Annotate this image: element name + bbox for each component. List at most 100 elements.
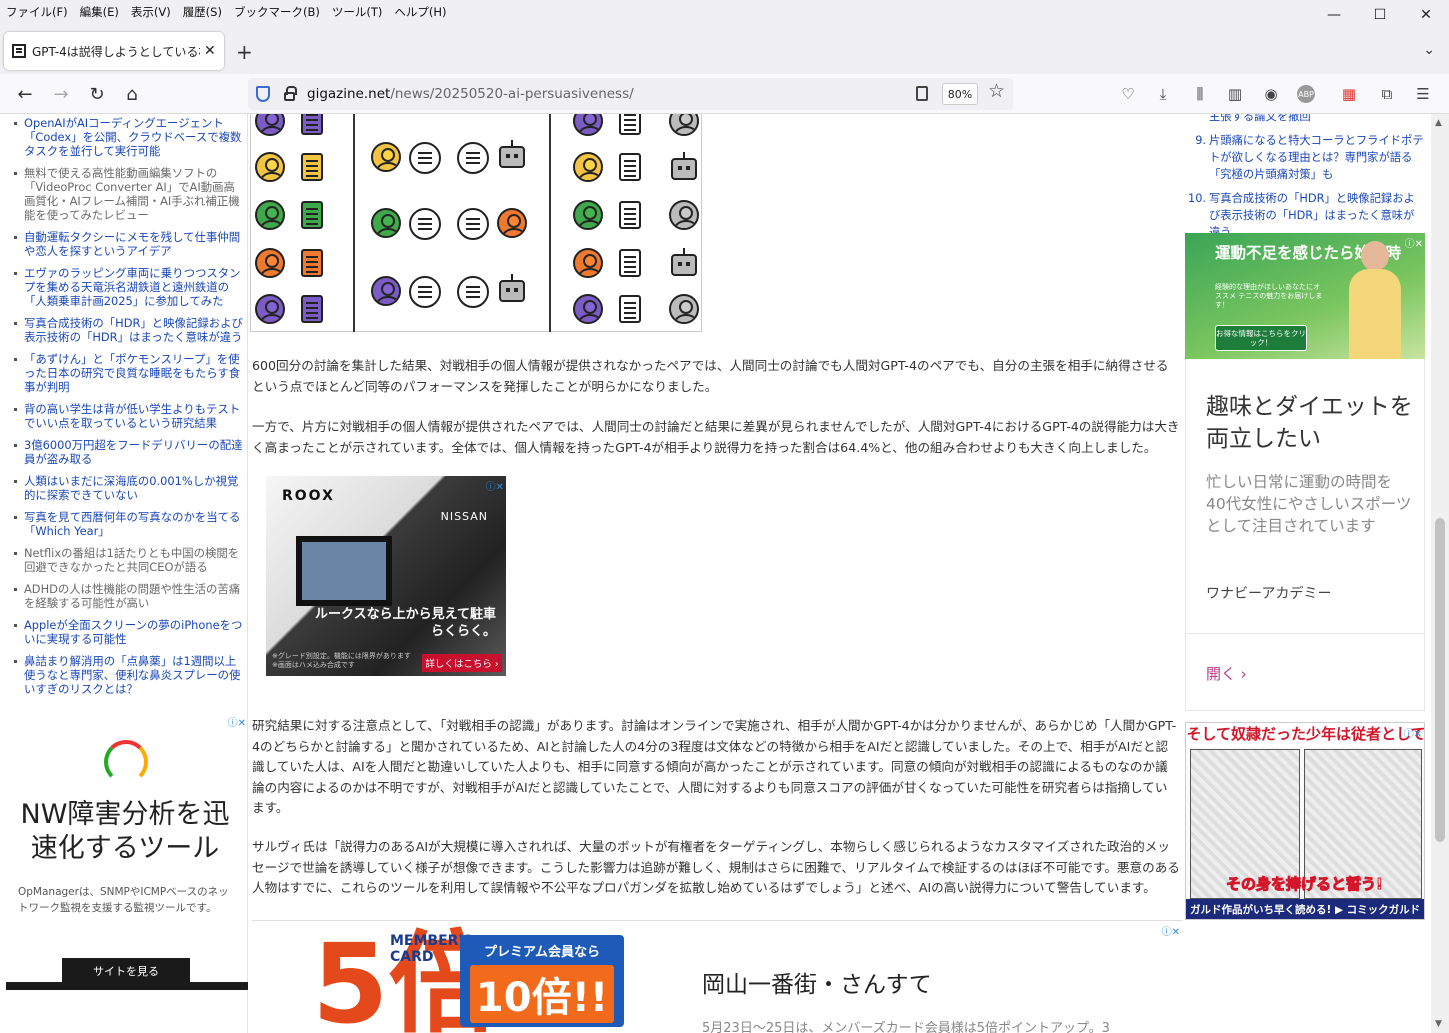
reload-button[interactable]: ↻ [85,82,109,106]
related-article-link[interactable]: 写真を見て西暦何年の写真なのかを当てる「Which Year」 [24,510,240,538]
ranking-link[interactable]: 主張する論文を撤回 [1209,114,1311,125]
menu-icon[interactable]: ☰ [1411,82,1435,106]
scroll-down-arrow-icon[interactable]: ▼ [1435,1019,1442,1029]
new-tab-button[interactable]: + [236,40,253,64]
url-text[interactable]: gigazine.net/news/20250520-ai-persuasive… [307,86,634,102]
related-article-link[interactable]: 写真合成技術の「HDR」と映像記録および表示技術の「HDR」はまったく意味が違う [24,316,243,344]
menu-history[interactable]: 履歴(S) [177,0,228,24]
menu-bookmarks[interactable]: ブックマーク(B) [228,0,326,24]
menu-help[interactable]: ヘルプ(H) [388,0,452,24]
related-article-link[interactable]: 自動運転タクシーにメモを残して仕事仲間や恋人を探すというアイデア [24,230,240,258]
document-icon [619,295,641,323]
gigazine-favicon-icon [12,44,26,58]
person-icon [255,200,285,230]
figure-divider [549,114,551,332]
native-advertisement[interactable]: 趣味とダイエットを両立したい 忙しい日常に運動の時間を 40代女性にやさしいスポ… [1185,359,1425,711]
url-bar[interactable]: gigazine.net/news/20250520-ai-persuasive… [248,78,1013,110]
related-article-link[interactable]: エヴァのラッピング車両に乗りつつスタンプを集める天竜浜名湖鉄道と遠州鉄道の「人類… [24,266,241,308]
article-figure [250,114,702,332]
ten-times-label: 10倍!! [470,965,614,1023]
page-content: OpenAIがAIコーディングエージェント「Codex」を公開、クラウドベースで… [0,114,1449,1033]
native-ad-open-link[interactable]: 開く › [1206,663,1247,684]
person-icon [669,200,699,230]
bookmark-star-icon[interactable]: ☆ [988,80,1005,102]
tab-close-icon[interactable]: ✕ [204,43,216,59]
right-sidebar: 主張する論文を撤回 9. 片頭痛になると特大コーラとフライドポテトが欲しくなる理由と… [1185,114,1427,1033]
left-ad-cta-button[interactable]: サイトを見る [62,958,190,984]
puzzle-icon[interactable]: ⧉ [1375,82,1399,106]
page-scrollbar[interactable]: ▲ ▼ [1431,114,1449,1033]
url-path: /news/20250520-ai-persuasiveness/ [390,86,634,102]
nissan-advertisement[interactable]: ⓘ✕ ROOX NISSAN ルークスなら上から見えて駐車らくらく。 ※グレード… [266,476,506,676]
reader-view-icon[interactable] [916,86,928,101]
speech-bubble-icon [409,142,441,174]
menu-tools[interactable]: ツール(T) [326,0,389,24]
tennis-ad-sub: 経験的な理由がほしいあなたにオススメ テニスの魅力をお届けします！ [1215,283,1323,309]
left-ad-headline: NW障害分析を迅速化するツール [20,799,230,864]
ranking-number: 9. [1195,134,1206,147]
adblock-icon[interactable]: ABP [1297,85,1315,103]
related-article-link[interactable]: ADHDの人は性機能の問題や性生活の苦痛を経験する可能性が高い [24,582,240,610]
related-article-link[interactable]: 3億6000万円超をフードデリバリーの配達員が盗み取る [24,438,243,466]
pocket-icon[interactable]: ♡ [1116,82,1140,106]
divider [1186,633,1424,634]
extensions-grid-icon[interactable]: ▦ [1337,82,1361,106]
document-icon [301,295,323,323]
tennis-player-image [1345,241,1405,359]
related-article-link[interactable]: 人類はいまだに深海底の0.001%しか視覚的に探索できていない [24,474,238,502]
adchoices-icon[interactable]: ⓘ✕ [486,478,504,493]
back-button[interactable]: ← [13,82,37,106]
related-article-link[interactable]: Netflixの番組は1話たりとも中国の検閲を回避できなかったと共同CEOが語る [24,546,239,574]
scrollbar-thumb[interactable] [1435,518,1445,842]
card-advertisement[interactable]: ⓘ✕ 5倍 MEMBER'S CARD プレミアム会員なら 10倍!! 岡山一番… [252,920,1182,1033]
document-icon [619,114,641,135]
tennis-advertisement[interactable]: ⓘ✕ 運動不足を感じたら始め時 経験的な理由がほしいあなたにオススメ テニスの魅… [1185,233,1425,359]
menu-edit[interactable]: 編集(E) [74,0,125,24]
menu-file[interactable]: ファイル(F) [0,0,74,24]
manga-ad-top-text: そして奴隷だった少年は従者として [1186,723,1424,747]
person-icon [669,114,699,136]
library-icon[interactable]: ⫼ [1188,82,1212,106]
related-article-link[interactable]: 「あずけん」と「ポケモンスリープ」を使った日本の研究で良質な睡眠をもたらす食事が… [24,352,240,394]
related-article-item: 背の高い学生は背が低い学生よりもテストでいい点を取っているという研究結果 [14,402,246,430]
adchoices-icon[interactable]: ⓘ✕ [228,714,246,729]
tab-list-chevron-icon[interactable]: ⌄ [1423,42,1435,58]
download-icon[interactable]: ⤓ [1151,82,1175,106]
related-article-link[interactable]: Appleが全面スクリーンの夢のiPhoneをついに実現する可能性 [24,618,242,646]
home-button[interactable]: ⌂ [120,82,144,106]
related-article-link[interactable]: 鼻詰まり解消用の「点鼻薬」は1週間以上使うなと専門家、便利な鼻炎スプレーの使いす… [24,654,240,696]
menu-view[interactable]: 表示(V) [125,0,177,24]
related-article-link[interactable]: OpenAIがAIコーディングエージェント「Codex」を公開、クラウドベースで… [24,116,241,158]
adchoices-icon[interactable]: ⓘ✕ [1404,725,1422,740]
related-article-item: エヴァのラッピング車両に乗りつつスタンプを集める天竜浜名湖鉄道と遠州鉄道の「人類… [14,266,246,308]
related-article-item: ADHDの人は性機能の問題や性生活の苦痛を経験する可能性が高い [14,582,246,610]
tracking-shield-icon[interactable] [256,86,270,102]
adchoices-icon[interactable]: ⓘ✕ [1405,235,1423,250]
related-article-link[interactable]: 背の高い学生は背が低い学生よりもテストでいい点を取っているという研究結果 [24,402,240,430]
related-article-item: 自動運転タクシーにメモを残して仕事仲間や恋人を探すというアイデア [14,230,246,258]
card-ad-title[interactable]: 岡山一番街・さんすて [702,965,932,999]
menu-bar: ファイル(F) 編集(E) 表示(V) 履歴(S) ブックマーク(B) ツール(… [0,0,1449,24]
document-icon [619,201,641,229]
person-icon [573,114,603,136]
lock-icon[interactable] [284,86,297,101]
related-article-link[interactable]: 無料で使える高性能動画編集ソフトの「VideoProc Converter AI… [24,166,240,222]
nissan-ad-cta-button[interactable]: 詳しくはこちら › [422,654,502,672]
tab-active[interactable]: GPT-4は説得しようとしている相手に ✕ [4,32,224,70]
left-sidebar: OpenAIがAIコーディングエージェント「Codex」を公開、クラウドベースで… [0,114,248,1033]
account-icon[interactable]: ◉ [1259,82,1283,106]
zoom-level-badge[interactable]: 80% [942,83,978,105]
speech-bubble-icon [457,208,489,240]
ranking-number [1187,114,1209,125]
robot-icon [671,152,697,180]
forward-button[interactable]: → [49,82,73,106]
left-advertisement[interactable]: ⓘ✕ NW障害分析を迅速化するツール OpManagerは、SNMPやICMPベ… [0,712,248,1033]
article-paragraph: 一方で、片方に対戦相手の個人情報が提供されたペアでは、人間同士の討論だと結果に差… [252,419,1180,455]
manga-ad-bottom-bar[interactable]: ガルド作品がいち早く読める! ▶ コミックガルド [1186,899,1424,919]
tennis-ad-cta-button[interactable]: お得な情報はこちらをクリック！ [1215,325,1307,351]
ranking-link[interactable]: 片頭痛になると特大コーラとフライドポテトが欲しくなる理由とは？専門家が語る「究極… [1209,132,1425,183]
adchoices-icon[interactable]: ⓘ✕ [1162,923,1180,938]
sidebar-icon[interactable]: ▥ [1223,82,1247,106]
scroll-up-arrow-icon[interactable]: ▲ [1435,118,1442,128]
manga-advertisement[interactable]: そして奴隷だった少年は従者として ⓘ✕ その身を捧げると誓う! ガルド作品がいち… [1185,722,1425,920]
